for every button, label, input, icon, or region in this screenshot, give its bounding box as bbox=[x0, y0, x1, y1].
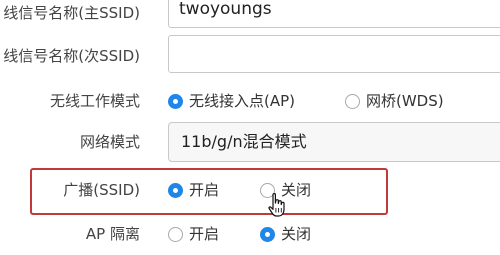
radio-checked-icon[interactable] bbox=[260, 226, 275, 242]
radio-unchecked-icon[interactable] bbox=[345, 93, 360, 109]
wireless-mode-wds-option[interactable]: 网桥(WDS) bbox=[345, 91, 444, 111]
primary-ssid-label: 线信号名称(主SSID) bbox=[3, 4, 140, 22]
broadcast-ssid-on-option[interactable]: 开启 bbox=[168, 180, 219, 200]
network-mode-select[interactable]: 11b/g/n混合模式 bbox=[168, 122, 500, 162]
wireless-mode-ap-option[interactable]: 无线接入点(AP) bbox=[168, 91, 295, 111]
network-mode-label: 网络模式 bbox=[79, 133, 140, 151]
ap-isolation-label: AP 隔离 bbox=[85, 225, 140, 243]
hand-pointer-icon bbox=[267, 192, 289, 222]
ap-isolation-on-label: 开启 bbox=[189, 225, 220, 243]
ap-isolation-off-label: 关闭 bbox=[281, 225, 312, 243]
secondary-ssid-input[interactable] bbox=[168, 35, 500, 73]
secondary-ssid-label: 线信号名称(次SSID) bbox=[3, 47, 140, 65]
broadcast-ssid-on-label: 开启 bbox=[189, 181, 220, 199]
primary-ssid-input[interactable]: twoyoungs bbox=[168, 0, 500, 28]
radio-checked-icon[interactable] bbox=[168, 93, 183, 109]
wireless-mode-label: 无线工作模式 bbox=[49, 92, 140, 110]
radio-checked-icon[interactable] bbox=[168, 182, 183, 198]
wireless-mode-wds-label: 网桥(WDS) bbox=[366, 92, 444, 110]
ap-isolation-on-option[interactable]: 开启 bbox=[168, 224, 219, 244]
wireless-mode-ap-label: 无线接入点(AP) bbox=[189, 92, 296, 110]
ap-isolation-off-option[interactable]: 关闭 bbox=[260, 224, 311, 244]
radio-unchecked-icon[interactable] bbox=[168, 226, 183, 242]
broadcast-ssid-label: 广播(SSID) bbox=[63, 181, 140, 199]
